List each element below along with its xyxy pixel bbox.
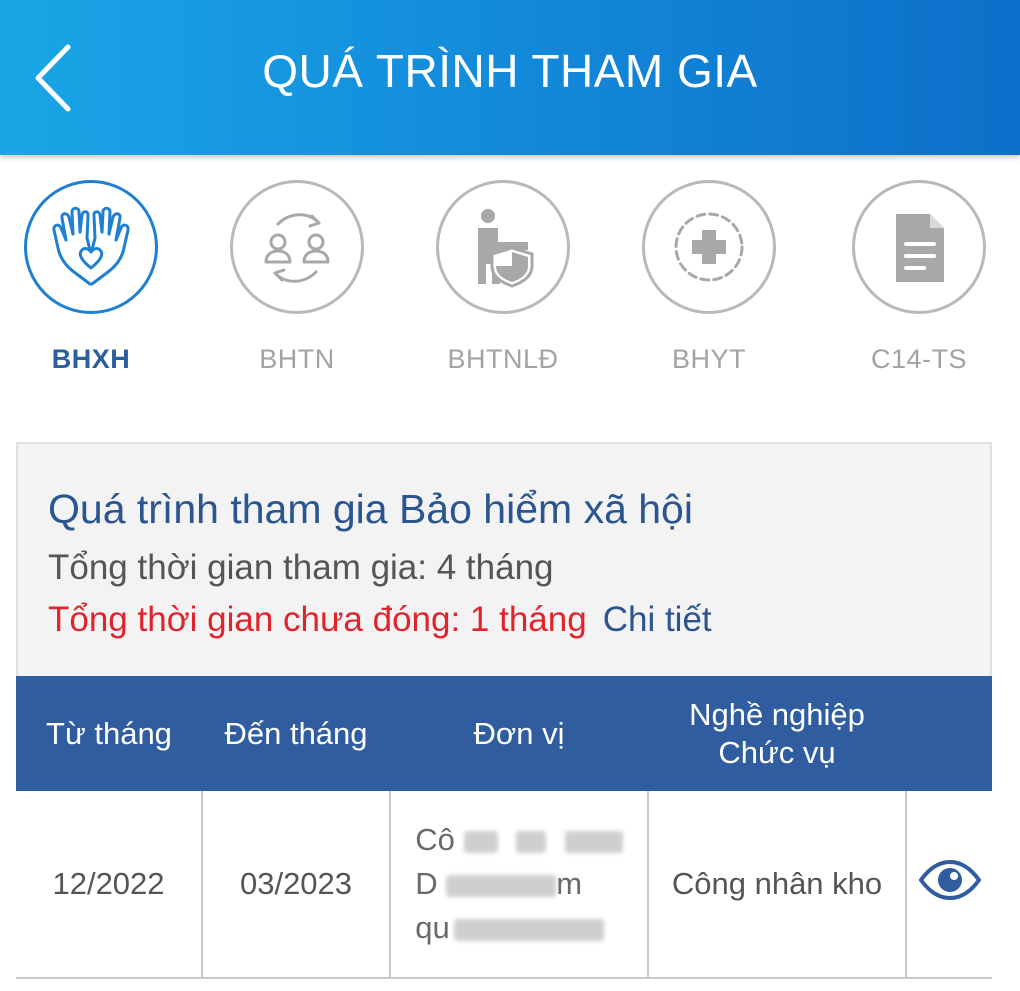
- summary-title: Quá trình tham gia Bảo hiểm xã hội: [48, 486, 693, 532]
- summary-panel: Quá trình tham gia Bảo hiểm xã hội Tổng …: [16, 442, 992, 678]
- tab-bhtnld[interactable]: BHTNLĐ: [418, 180, 588, 390]
- col-job-line1: Nghề nghiệp: [689, 696, 865, 732]
- cell-unit: Cô D m qu: [389, 791, 649, 979]
- tab-label: BHXH: [51, 344, 131, 374]
- app-header: QUÁ TRÌNH THAM GIA: [0, 0, 1020, 155]
- unit-line2b: m: [556, 866, 583, 901]
- unit-line1: Cô: [415, 822, 455, 857]
- col-action: [906, 676, 992, 791]
- table-row: 12/2022 03/2023 Cô D m qu Công nhân kho: [16, 791, 992, 979]
- tab-c14ts[interactable]: C14-TS: [834, 180, 1004, 390]
- tab-label: BHTN: [259, 344, 335, 374]
- tab-bhtn[interactable]: BHTN: [212, 180, 382, 390]
- col-job-line2: Chức vụ: [718, 734, 836, 770]
- col-to: Đến tháng: [202, 676, 390, 791]
- tab-label: BHTNLĐ: [447, 344, 559, 374]
- cell-from: 12/2022: [16, 791, 203, 979]
- page-title: QUÁ TRÌNH THAM GIA: [262, 45, 758, 97]
- unit-line2: D: [415, 866, 438, 901]
- cell-job: Công nhân kho: [647, 791, 907, 979]
- total-time: Tổng thời gian tham gia: 4 tháng: [48, 548, 554, 587]
- medical-cross-icon: [674, 212, 744, 282]
- detail-link[interactable]: Chi tiết: [603, 600, 712, 639]
- worker-shield-icon: [478, 209, 534, 288]
- unit-redacted: Cô D m qu: [415, 818, 623, 950]
- people-exchange-icon: [264, 213, 330, 283]
- col-from: Từ tháng: [16, 676, 202, 791]
- tab-bhxh[interactable]: BHXH: [6, 180, 176, 390]
- cell-to: 03/2023: [201, 791, 391, 979]
- table-header-row: Từ tháng Đến tháng Đơn vị Nghề nghiệp Ch…: [16, 676, 992, 791]
- col-unit: Đơn vị: [390, 676, 648, 791]
- view-details-button[interactable]: [918, 860, 981, 900]
- tab-label: C14-TS: [870, 344, 968, 374]
- hands-heart-icon: [52, 206, 130, 286]
- cell-action: [905, 791, 992, 979]
- col-job: Nghề nghiệp Chức vụ: [648, 676, 906, 791]
- document-icon: [896, 214, 944, 282]
- tab-bhyt[interactable]: BHYT: [624, 180, 794, 390]
- unit-line3: qu: [415, 910, 450, 945]
- participation-table: Từ tháng Đến tháng Đơn vị Nghề nghiệp Ch…: [16, 676, 992, 979]
- unpaid-row: Tổng thời gian chưa đóng: 1 tháng Chi tiế…: [48, 600, 712, 640]
- eye-icon: [918, 860, 981, 900]
- tab-label: BHYT: [671, 344, 746, 374]
- unpaid-time: Tổng thời gian chưa đóng: 1 tháng: [48, 600, 587, 639]
- insurance-tabs: BHXH BHTN BHTNLĐ BHYT C14-TS: [0, 180, 1020, 390]
